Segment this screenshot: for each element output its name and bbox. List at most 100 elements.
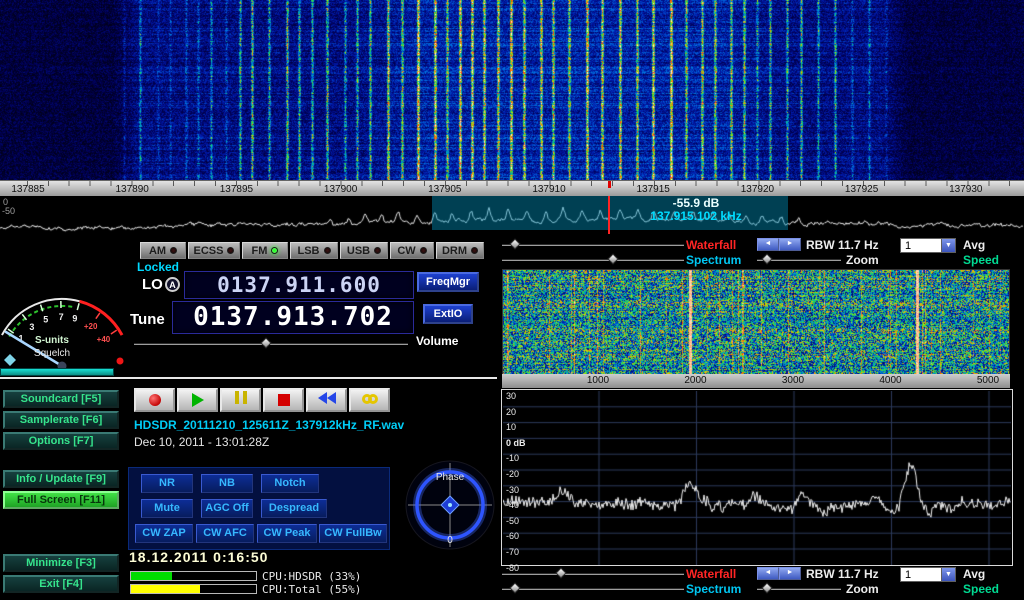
tune-frequency-display[interactable]: 0137.913.702 xyxy=(172,301,414,334)
lo-frequency-display[interactable]: 0137.911.600 xyxy=(184,271,414,299)
side-button-info[interactable]: Info / Update [F9] xyxy=(3,470,119,488)
waterfall-brightness-slider-thumb[interactable] xyxy=(555,567,566,578)
loop-button[interactable] xyxy=(349,388,390,412)
zoom-slider-thumb[interactable] xyxy=(761,253,772,264)
mode-button-lsb[interactable]: LSB xyxy=(290,242,338,259)
zoom-slider-thumb[interactable] xyxy=(761,582,772,593)
mode-button-cw[interactable]: CW xyxy=(390,242,434,259)
locked-status-label: Locked xyxy=(137,260,179,274)
zoom-slider[interactable] xyxy=(757,584,841,594)
rf-frequency-scale[interactable]: 10002000300040005000 xyxy=(502,374,1010,388)
rf-db-label: -60 xyxy=(506,531,519,541)
waterfall-brightness-slider-track[interactable] xyxy=(502,573,684,575)
speed-dropdown[interactable]: 1▼ xyxy=(900,238,956,253)
volume-slider[interactable] xyxy=(134,339,408,349)
waterfall-brightness-slider[interactable] xyxy=(502,569,684,579)
record-button[interactable] xyxy=(134,388,175,412)
mode-button-label: USB xyxy=(347,245,370,257)
main-spectrum-strip[interactable]: 0 -50 -55.9 dB 137.915.102 kHz xyxy=(0,196,1024,235)
dsp-button-cw-zap[interactable]: CW ZAP xyxy=(135,524,193,543)
rewind-icon xyxy=(318,391,336,409)
shift-left-button[interactable]: ◄ xyxy=(757,567,779,580)
spectrum-range-slider-track[interactable] xyxy=(502,259,684,261)
dropdown-arrow-icon[interactable]: ▼ xyxy=(941,568,955,581)
signal-level-bar xyxy=(0,368,114,376)
play-button[interactable] xyxy=(177,388,218,412)
mode-button-usb[interactable]: USB xyxy=(340,242,388,259)
dsp-button-nr[interactable]: NR xyxy=(141,474,193,493)
waterfall-brightness-slider[interactable] xyxy=(502,240,684,250)
recording-filename: HDSDR_20111210_125611Z_137912kHz_RF.wav xyxy=(134,418,404,432)
frequency-label: 137900 xyxy=(324,184,357,195)
rf-waterfall-display[interactable] xyxy=(502,269,1010,375)
play-icon xyxy=(192,393,204,407)
rf-spectrum-trace[interactable] xyxy=(503,391,1011,565)
rf-db-label: -70 xyxy=(506,547,519,557)
spectrum-range-slider-track[interactable] xyxy=(502,588,684,590)
volume-label: Volume xyxy=(416,334,458,348)
shift-left-button[interactable]: ◄ xyxy=(757,238,779,251)
side-button-minimize[interactable]: Minimize [F3] xyxy=(3,554,119,572)
dsp-button-nb[interactable]: NB xyxy=(201,474,253,493)
spectrum-range-slider[interactable] xyxy=(502,255,684,265)
shift-right-button[interactable]: ► xyxy=(779,567,801,580)
s-meter-tick-label: 9 xyxy=(72,314,77,324)
mode-led-am xyxy=(170,247,177,254)
main-waterfall-display[interactable] xyxy=(0,0,1024,180)
vfo-a-badge[interactable]: A xyxy=(165,277,180,292)
frequency-label: 137930 xyxy=(949,184,982,195)
extio-button[interactable]: ExtIO xyxy=(423,304,473,324)
frequency-scale[interactable]: 1378851378901378951379001379051379101379… xyxy=(0,180,1024,196)
mode-button-drm[interactable]: DRM xyxy=(436,242,484,259)
zoom-label: Zoom xyxy=(846,253,879,267)
rf-db-label: 10 xyxy=(506,422,516,432)
dsp-button-cw-peak[interactable]: CW Peak xyxy=(257,524,317,543)
dsp-button-agc-off[interactable]: AGC Off xyxy=(201,499,253,518)
waterfall-label: Waterfall xyxy=(686,238,736,252)
spectrum-label: Spectrum xyxy=(686,253,741,267)
volume-slider-thumb[interactable] xyxy=(260,337,271,348)
side-button-options[interactable]: Options [F7] xyxy=(3,432,119,450)
side-button-samplerate[interactable]: Samplerate [F6] xyxy=(3,411,119,429)
mode-button-ecss[interactable]: ECSS xyxy=(188,242,240,259)
record-icon xyxy=(149,394,161,406)
frequency-manager-button[interactable]: FreqMgr xyxy=(417,272,479,292)
rf-db-label: -40 xyxy=(506,500,519,510)
dsp-button-cw-fullbw[interactable]: CW FullBw xyxy=(319,524,387,543)
side-button-exit[interactable]: Exit [F4] xyxy=(3,575,119,593)
dsp-button-cw-afc[interactable]: CW AFC xyxy=(196,524,254,543)
shift-right-button[interactable]: ► xyxy=(779,238,801,251)
side-button-soundcard[interactable]: Soundcard [F5] xyxy=(3,390,119,408)
dsp-button-despread[interactable]: Despread xyxy=(261,499,327,518)
controls-row-waterfall: Waterfall◄►RBW 11.7 Hz1▼Avg xyxy=(500,567,1024,581)
rewind-button[interactable] xyxy=(306,388,347,412)
speed-dropdown[interactable]: 1▼ xyxy=(900,567,956,582)
waterfall-shift-arrows: ◄► xyxy=(757,567,801,580)
mode-button-fm[interactable]: FM xyxy=(242,242,288,259)
rf-spectrum-panel[interactable]: 3020100 dB-10-20-30-40-50-60-70-80 xyxy=(501,389,1013,566)
pause-button[interactable] xyxy=(220,388,261,412)
mode-button-label: CW xyxy=(397,245,415,257)
dropdown-arrow-icon[interactable]: ▼ xyxy=(941,239,955,252)
mode-button-am[interactable]: AM xyxy=(140,242,186,259)
spectrum-range-slider[interactable] xyxy=(502,584,684,594)
cursor-readout: -55.9 dB 137.915.102 kHz xyxy=(596,197,796,223)
phase-value: 0 xyxy=(447,535,453,546)
waterfall-label: Waterfall xyxy=(686,567,736,581)
dsp-button-mute[interactable]: Mute xyxy=(141,499,193,518)
waterfall-brightness-slider-thumb[interactable] xyxy=(509,238,520,249)
spectrum-range-slider-thumb[interactable] xyxy=(509,582,520,593)
rf-db-label: 0 dB xyxy=(506,438,526,448)
db-scale-label: -50 xyxy=(2,206,15,216)
waterfall-brightness-slider-track[interactable] xyxy=(502,244,684,246)
frequency-label: 137925 xyxy=(845,184,878,195)
side-button-full[interactable]: Full Screen [F11] xyxy=(3,491,119,509)
stop-button[interactable] xyxy=(263,388,304,412)
date-time-display: 18.12.2011 0:16:50 xyxy=(129,549,268,565)
rf-db-label: 20 xyxy=(506,407,516,417)
stop-icon xyxy=(278,394,290,406)
zoom-slider[interactable] xyxy=(757,255,841,265)
squelch-indicator-led xyxy=(117,358,124,365)
dsp-button-notch[interactable]: Notch xyxy=(261,474,319,493)
spectrum-range-slider-thumb[interactable] xyxy=(607,253,618,264)
